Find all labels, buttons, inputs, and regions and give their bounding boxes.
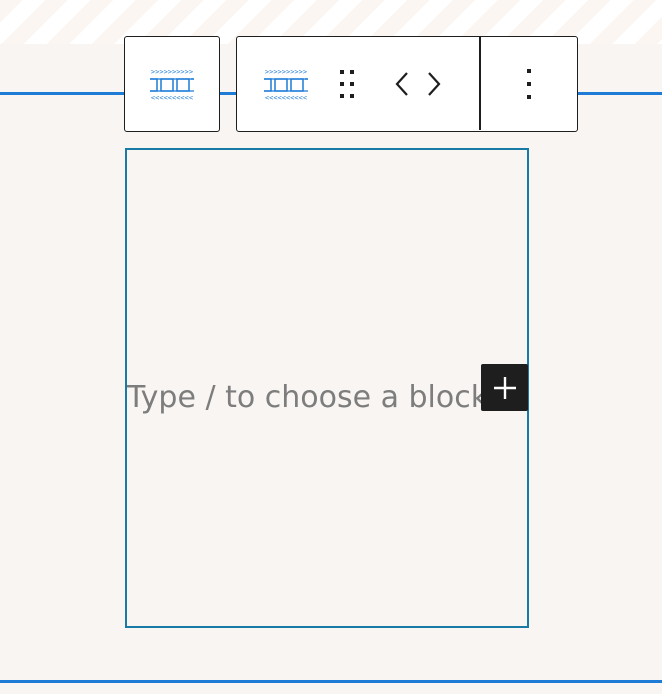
chevron-left-icon (395, 71, 408, 96)
select-parent-button[interactable]: >>>>>>>>>> <<<<<<<<<< (125, 37, 218, 130)
svg-text:>>>>>>>>>>: >>>>>>>>>> (150, 68, 192, 76)
block-inserter-button[interactable] (481, 364, 528, 411)
block-toolbar: >>>>>>>>>> <<<<<<<<<< (236, 36, 578, 132)
guide-line-top-left (0, 92, 126, 95)
move-left-button[interactable] (389, 37, 415, 130)
marquee-icon: >>>>>>>>>> <<<<<<<<<< (149, 68, 194, 101)
svg-text:>>>>>>>>>>: >>>>>>>>>> (265, 68, 307, 76)
marquee-icon: >>>>>>>>>> <<<<<<<<<< (264, 68, 308, 101)
block-type-button[interactable]: >>>>>>>>>> <<<<<<<<<< (247, 37, 325, 130)
options-button[interactable] (481, 37, 576, 130)
guide-line-top-middle (218, 92, 238, 95)
svg-text:<<<<<<<<<<: <<<<<<<<<< (265, 94, 307, 101)
drag-handle-button[interactable] (325, 37, 369, 130)
more-vertical-icon (526, 68, 531, 99)
guide-line-bottom (0, 680, 662, 683)
guide-line-top-right (577, 92, 662, 95)
move-right-button[interactable] (421, 37, 447, 130)
parent-block-toolbar: >>>>>>>>>> <<<<<<<<<< (124, 36, 220, 132)
block-placeholder[interactable]: Type / to choose a block (127, 376, 527, 420)
svg-text:<<<<<<<<<<: <<<<<<<<<< (150, 94, 192, 101)
chevron-right-icon (428, 71, 441, 96)
drag-handle-icon (340, 69, 354, 98)
marquee-block[interactable]: Type / to choose a block (125, 148, 529, 628)
plus-icon (493, 376, 516, 399)
